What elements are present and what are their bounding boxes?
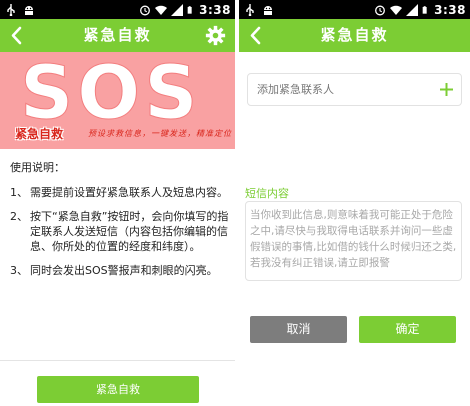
app-bar: 紧急自救: [239, 19, 470, 52]
sos-banner: SOS SOS 紧急自救 预设求救信息，一键发送，精准定位: [0, 52, 235, 149]
banner-title: 紧急自救: [15, 127, 64, 141]
instructions: 使用说明： 1、 需要提前设置好紧急联系人及短息内容。 2、 按下“紧急自救”按…: [10, 160, 230, 287]
instruction-text: 需要提前设置好紧急联系人及短息内容。: [30, 186, 228, 199]
plus-icon[interactable]: [440, 83, 453, 96]
instructions-list: 1、 需要提前设置好紧急联系人及短息内容。 2、 按下“紧急自救”按钮时，会向你…: [10, 185, 230, 278]
alarm-icon: [375, 5, 386, 15]
instruction-number: 2、: [10, 210, 28, 223]
android-debug-icon: [264, 5, 272, 15]
usb-icon: [246, 3, 254, 16]
app-bar: 紧急自救: [0, 19, 235, 52]
status-time: 3:38: [434, 2, 466, 17]
signal-icon: [406, 3, 419, 16]
page-title: 紧急自救: [83, 26, 152, 44]
cancel-button[interactable]: 取消: [250, 316, 347, 343]
usb-icon: [7, 3, 15, 16]
confirm-button[interactable]: 确定: [359, 316, 456, 343]
gear-icon[interactable]: [205, 25, 226, 46]
wifi-icon: [390, 5, 403, 15]
instruction-number: 3、: [10, 264, 28, 277]
divider: [0, 360, 235, 361]
status-time: 3:38: [199, 2, 231, 17]
android-debug-icon: [25, 5, 33, 15]
emergency-contact-field[interactable]: 添加紧急联系人: [247, 73, 462, 106]
status-bar: 3:38: [0, 0, 235, 19]
instruction-item: 3、 同时会发出SOS警报声和刺眼的闪亮。: [10, 263, 230, 278]
sms-content-textarea[interactable]: 当你收到此信息,则意味着我可能正处于危险之中,请尽快与我取得电话联系并询问一些虚…: [245, 201, 462, 281]
sms-content-label: 短信内容: [245, 187, 289, 200]
contact-placeholder: 添加紧急联系人: [257, 83, 334, 96]
banner-slogan: 预设求救信息，一键发送，精准定位: [88, 129, 232, 138]
alarm-icon: [140, 5, 151, 15]
screen-sos-main: 3:38 紧急自救 SOS SOS 紧急自救 预设求救信息，一键发送，精准定位 …: [0, 0, 235, 406]
battery-icon: [422, 5, 427, 14]
status-bar: 3:38: [239, 0, 470, 19]
instructions-heading: 使用说明：: [10, 161, 65, 174]
battery-icon: [187, 5, 192, 14]
page-title: 紧急自救: [320, 26, 389, 44]
instruction-item: 2、 按下“紧急自救”按钮时，会向你填写的指定联系人发送短信（内容包括你编辑的信…: [10, 209, 230, 254]
sos-rescue-button[interactable]: 紧急自救: [37, 376, 199, 403]
instruction-number: 1、: [10, 186, 28, 199]
instruction-text: 按下“紧急自救”按钮时，会向你填写的指定联系人发送短信（内容包括你编辑的信息、你…: [30, 210, 229, 253]
instruction-item: 1、 需要提前设置好紧急联系人及短息内容。: [10, 185, 230, 200]
wifi-icon: [155, 5, 168, 15]
screen-sos-settings: 3:38 紧急自救 添加紧急联系人 短信内容 当你收到此信息,则意味着我可能正处…: [239, 0, 470, 406]
instruction-text: 同时会发出SOS警报声和刺眼的闪亮。: [30, 264, 218, 277]
signal-icon: [171, 3, 184, 16]
